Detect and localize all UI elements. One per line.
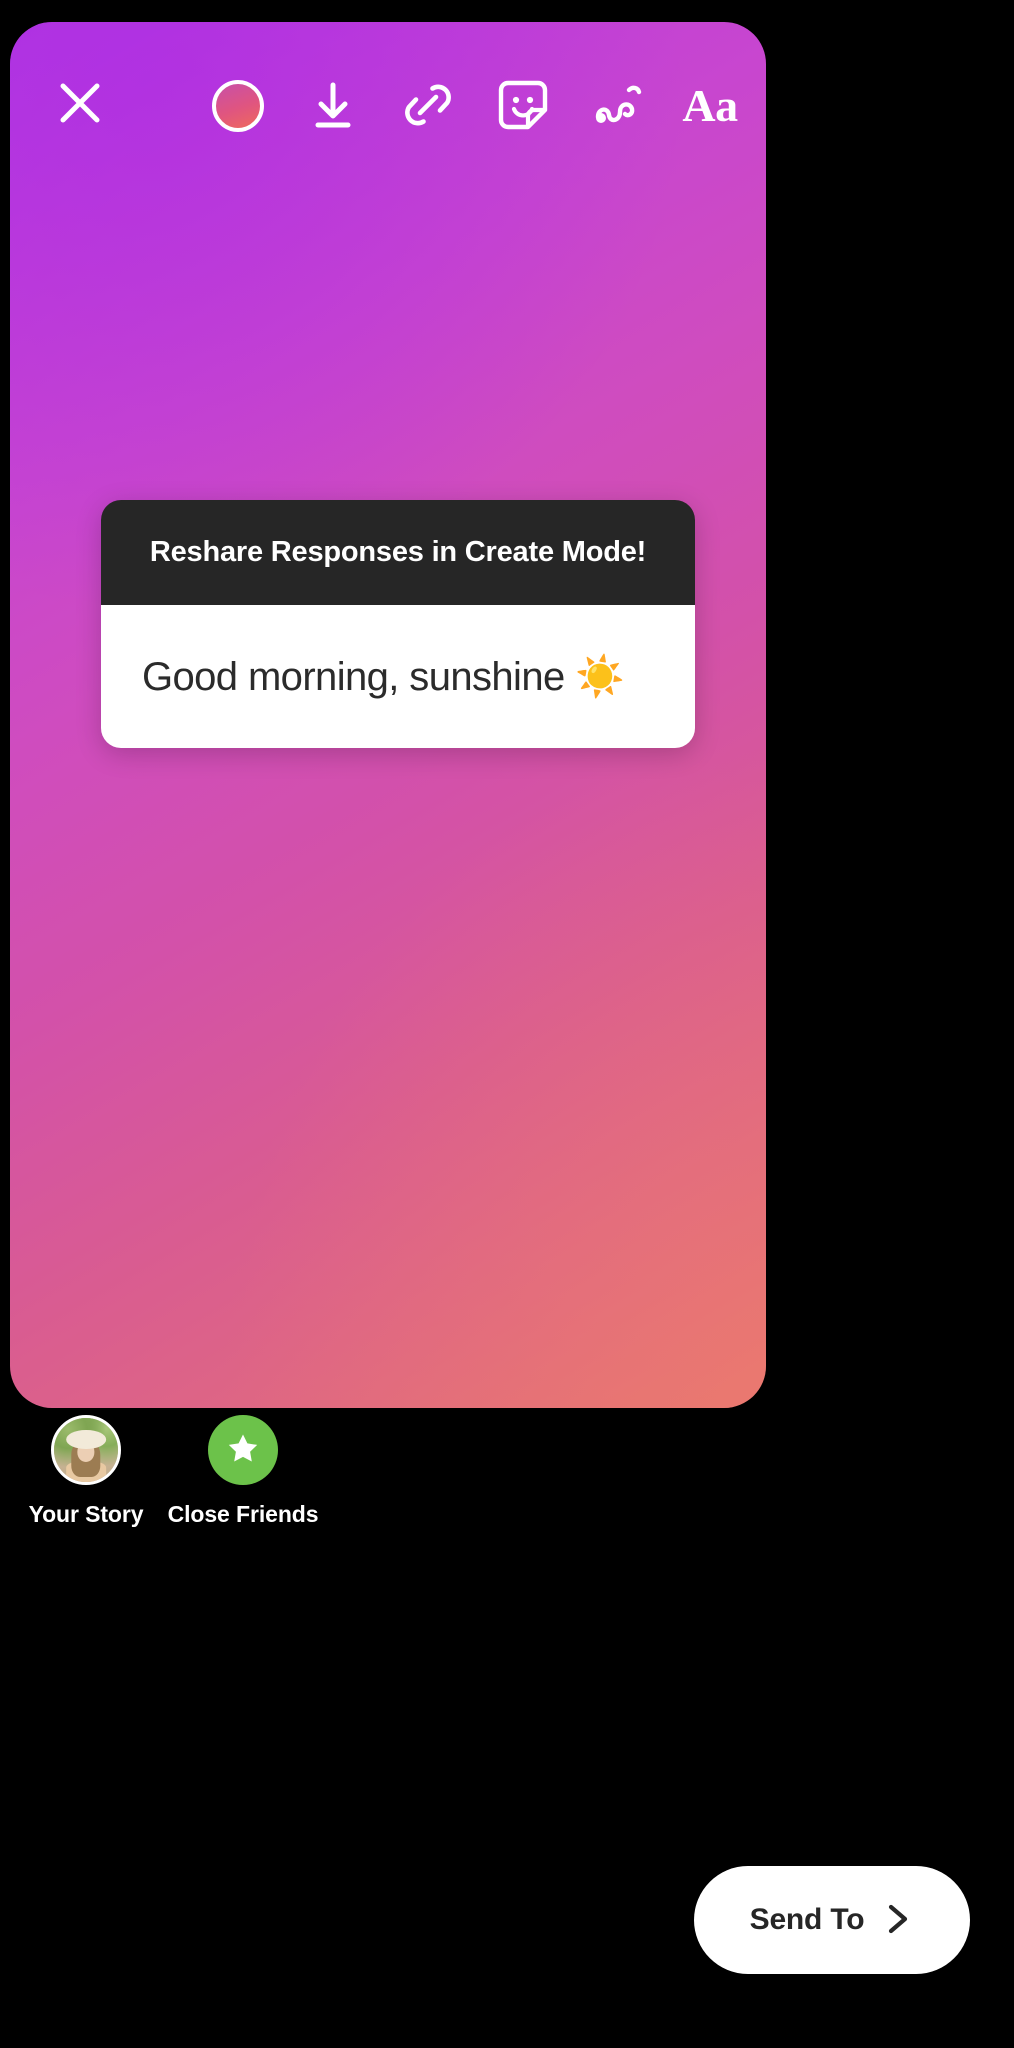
story-toolbar: Aa [10,22,766,182]
audience-close-friends[interactable]: Close Friends [168,1415,319,1528]
text-icon: Aa [682,80,738,131]
color-picker-icon [212,80,264,132]
link-button[interactable] [392,70,464,142]
save-button[interactable] [297,70,369,142]
send-to-label: Send To [749,1903,865,1936]
close-button[interactable] [46,70,114,138]
audience-your-story-label: Your Story [28,1501,144,1527]
story-canvas[interactable]: Aa Reshare Responses in Create Mode! Goo… [10,22,766,1408]
chevron-right-icon [880,1902,914,1939]
star-icon [225,1430,261,1471]
response-card-title: Reshare Responses in Create Mode! [149,536,647,568]
avatar [51,1415,121,1485]
response-card-header: Reshare Responses in Create Mode! [101,500,695,605]
draw-button[interactable] [582,70,654,142]
link-icon [400,77,456,136]
send-to-button[interactable]: Send To [694,1866,970,1974]
close-icon [54,77,106,132]
avatar-hat [66,1429,106,1449]
response-card-body: Good morning, sunshine ☀️ [101,605,695,748]
download-icon [305,77,361,136]
phone-frame: Aa Reshare Responses in Create Mode! Goo… [0,0,1014,2048]
audience-your-story[interactable]: Your Story [28,1415,144,1528]
sticker-button[interactable] [487,70,559,142]
color-picker-button[interactable] [202,70,274,142]
draw-icon [589,76,647,137]
text-button[interactable]: Aa [674,70,746,142]
reshare-response-card[interactable]: Reshare Responses in Create Mode! Good m… [101,500,695,748]
audience-close-friends-label: Close Friends [167,1501,319,1527]
sticker-icon [494,76,552,137]
response-text: Good morning, sunshine ☀️ [142,654,625,699]
close-friends-badge [208,1415,278,1485]
